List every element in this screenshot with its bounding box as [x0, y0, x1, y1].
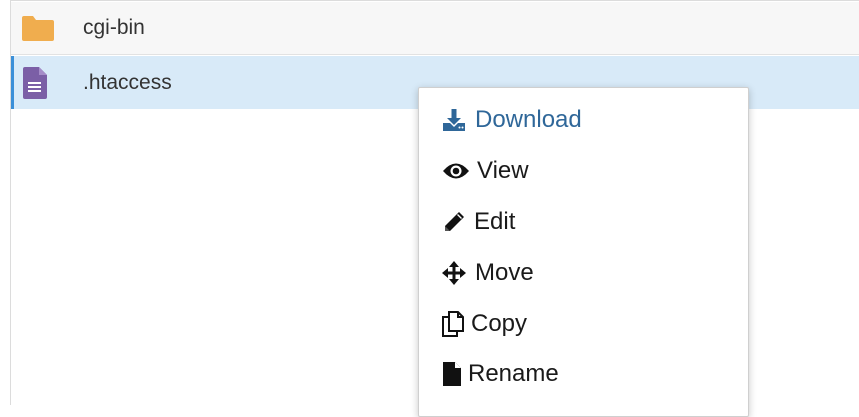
download-icon — [442, 108, 466, 132]
menu-item-label: Rename — [468, 360, 559, 387]
menu-item-download[interactable]: Download — [419, 95, 748, 145]
menu-item-label: View — [477, 157, 529, 184]
file-name: cgi-bin — [83, 16, 145, 39]
pencil-icon — [442, 210, 466, 234]
move-arrows-icon — [442, 261, 466, 285]
menu-item-rename[interactable]: Rename — [419, 349, 748, 399]
menu-item-copy[interactable]: Copy — [419, 299, 748, 349]
menu-item-edit[interactable]: Edit — [419, 197, 748, 247]
menu-item-move[interactable]: Move — [419, 248, 748, 298]
menu-item-view[interactable]: View — [419, 146, 748, 196]
menu-item-label: Download — [475, 106, 582, 133]
menu-item-label: Edit — [474, 208, 516, 235]
eye-icon — [442, 161, 470, 181]
menu-item-label: Copy — [471, 310, 528, 337]
folder-icon — [20, 14, 56, 42]
file-icon — [442, 361, 462, 387]
context-menu: Download View Edit Move Copy Rename — [418, 87, 749, 417]
copy-icon — [442, 311, 464, 337]
file-name: .htaccess — [83, 70, 172, 94]
file-text-icon — [22, 66, 48, 100]
menu-item-label: Move — [475, 259, 534, 286]
file-row-cgi-bin[interactable]: cgi-bin — [11, 2, 859, 55]
